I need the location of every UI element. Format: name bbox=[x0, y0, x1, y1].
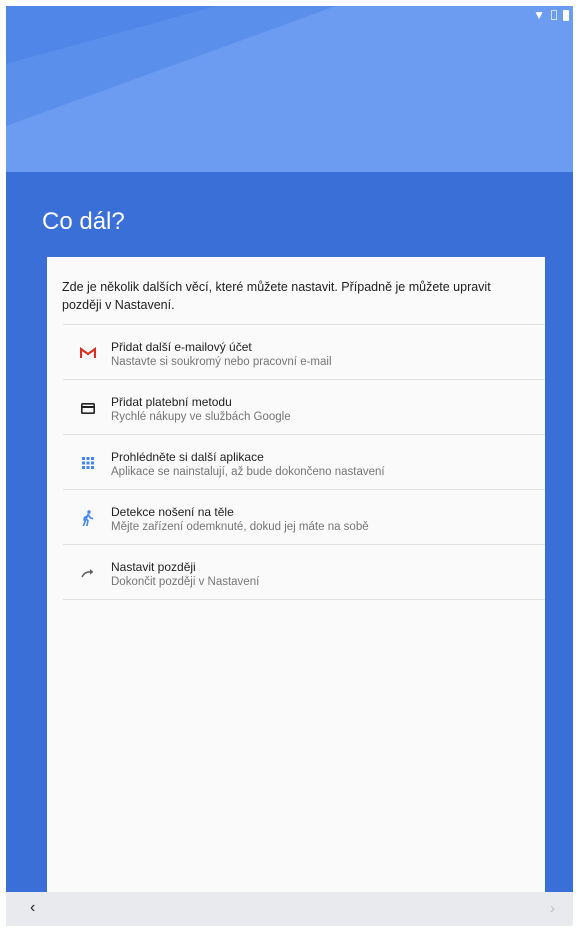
walking-person-icon bbox=[79, 509, 97, 527]
list-item-add-payment[interactable]: Přidat platební metodu Rychlé nákupy ve … bbox=[63, 379, 545, 434]
battery-icon bbox=[563, 9, 569, 21]
list-item-subtitle: Mějte zařízení odemknuté, dokud jej máte… bbox=[111, 521, 369, 533]
intro-text: Zde je několik dalších věcí, které můžet… bbox=[62, 280, 491, 312]
list-item-on-body-detection[interactable]: Detekce nošení na těle Mějte zařízení od… bbox=[63, 489, 545, 544]
header-banner: ▼ bbox=[6, 6, 573, 172]
navigation-bar: ‹ › bbox=[6, 892, 573, 926]
list-item-title: Prohlédněte si další aplikace bbox=[111, 450, 264, 464]
list-item-set-later[interactable]: Nastavit později Dokončit později v Nast… bbox=[63, 544, 545, 600]
redo-arrow-icon bbox=[79, 564, 97, 582]
back-button[interactable]: ‹ bbox=[30, 899, 35, 917]
list-item-title: Přidat další e-mailový účet bbox=[111, 340, 252, 354]
gmail-icon bbox=[79, 344, 97, 362]
wifi-icon: ▼ bbox=[533, 8, 545, 22]
status-bar: ▼ bbox=[533, 9, 569, 21]
credit-card-icon bbox=[79, 399, 97, 417]
list-item-more-apps[interactable]: Prohlédněte si další aplikace Aplikace s… bbox=[63, 434, 545, 489]
list-item-subtitle: Nastavte si soukromý nebo pracovní e-mai… bbox=[111, 356, 332, 368]
page-title: Co dál? bbox=[42, 208, 125, 235]
list-item-title: Nastavit později bbox=[111, 560, 196, 574]
list-item-subtitle: Aplikace se nainstalují, až bude dokonče… bbox=[111, 466, 385, 478]
list-item-title: Přidat platební metodu bbox=[111, 395, 232, 409]
options-list: Přidat další e-mailový účet Nastavte si … bbox=[63, 324, 545, 600]
apps-grid-icon bbox=[79, 454, 97, 472]
options-card: Zde je několik dalších věcí, které můžet… bbox=[47, 257, 545, 892]
setup-screen: ▼ Co dál? Zde je několik dalších věcí, k… bbox=[6, 6, 573, 926]
list-item-subtitle: Dokončit později v Nastavení bbox=[111, 576, 260, 588]
sim-icon bbox=[551, 10, 557, 20]
banner-shape bbox=[6, 6, 216, 64]
next-button[interactable]: › bbox=[550, 900, 555, 917]
list-item-add-email[interactable]: Přidat další e-mailový účet Nastavte si … bbox=[63, 324, 545, 379]
list-item-subtitle: Rychlé nákupy ve službách Google bbox=[111, 411, 291, 423]
list-item-title: Detekce nošení na těle bbox=[111, 505, 234, 519]
